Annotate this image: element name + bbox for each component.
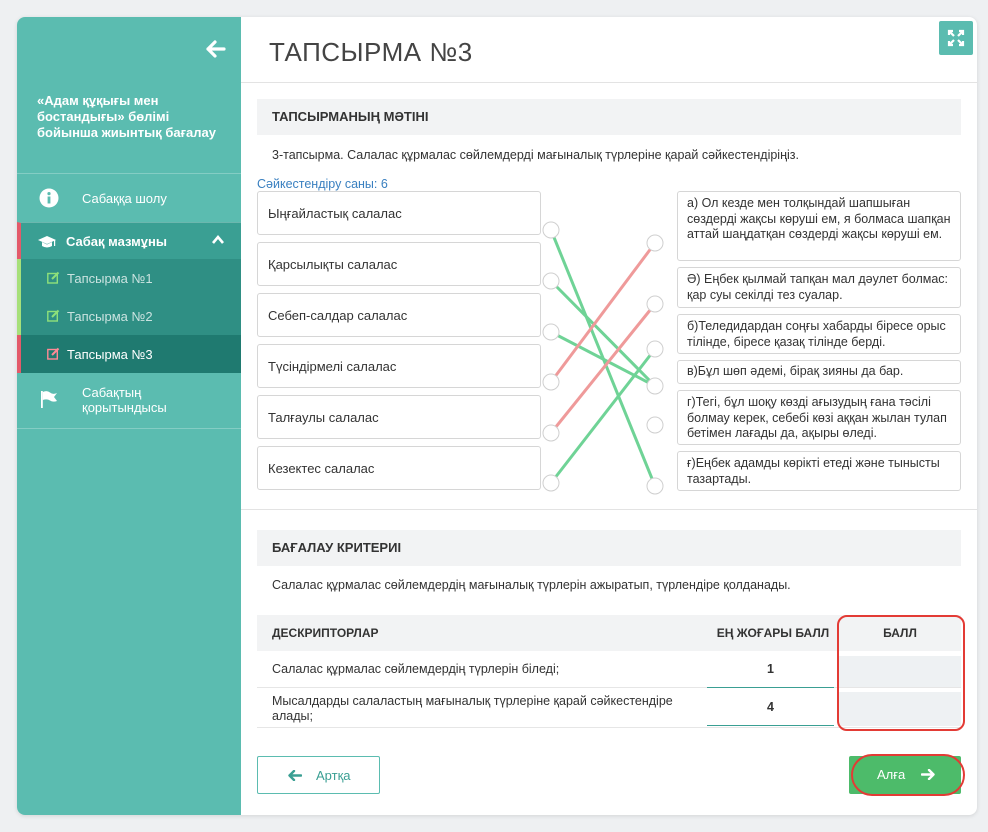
right-item[interactable]: в)Бұл шөп әдемі, бірақ зияны да бар. xyxy=(677,360,961,384)
page-title: ТАПСЫРМА №3 xyxy=(269,37,473,67)
score-column-highlight xyxy=(837,615,965,731)
back-arrow-icon[interactable] xyxy=(205,39,227,59)
sidebar-item-label: Тапсырма №1 xyxy=(67,270,153,286)
column-header-max: ЕҢ ЖОҒАРЫ БАЛЛ xyxy=(707,615,839,651)
app-window: «Адам құқығы мен бостандығы» бөлімі бойы… xyxy=(17,17,977,815)
left-connector-dot[interactable] xyxy=(542,424,560,442)
info-icon xyxy=(39,188,59,208)
flag-icon xyxy=(41,391,57,408)
chevron-up-icon xyxy=(212,234,224,244)
right-connector-dot[interactable] xyxy=(646,377,664,395)
max-score: 1 xyxy=(707,651,834,688)
criteria-heading: БАҒАЛАУ КРИТЕРИІ xyxy=(257,530,961,566)
left-item[interactable]: Қарсылықты салалас xyxy=(257,242,541,286)
matching-lines xyxy=(542,221,664,495)
right-item[interactable]: б)Теледидардан соңғы хабарды біресе орыс… xyxy=(677,314,961,354)
edit-icon xyxy=(47,347,60,360)
right-item[interactable]: г)Тегі, бұл шоқу көзді ағызудың ғана тәс… xyxy=(677,390,961,445)
left-item[interactable]: Түсіндірмелі салалас xyxy=(257,344,541,388)
left-item[interactable]: Ыңғайластық салалас xyxy=(257,191,541,235)
right-connector-dot[interactable] xyxy=(646,340,664,358)
criteria-text: Салалас құрмалас сөйлемдердің мағыналық … xyxy=(272,578,791,592)
main-content: ТАПСЫРМА №3 ТАПСЫРМАНЫҢ МӘТІНІ 3-тапсырм… xyxy=(241,17,977,815)
left-connector-dot[interactable] xyxy=(542,272,560,290)
edit-icon xyxy=(47,309,60,322)
sidebar-item-overview[interactable]: Сабаққа шолу xyxy=(17,173,241,222)
expand-button[interactable] xyxy=(939,21,973,55)
descriptor-text: Мысалдарды салаластың мағыналық түрлерін… xyxy=(272,694,673,723)
divider xyxy=(241,509,977,510)
left-item[interactable]: Себеп-салдар салалас xyxy=(257,293,541,337)
sidebar-nav: Сабаққа шолу Сабақ мазмұны Тапсырма №1 Т… xyxy=(17,173,241,429)
right-connector-dot[interactable] xyxy=(646,295,664,313)
task-text-heading: ТАПСЫРМАНЫҢ МӘТІНІ xyxy=(257,99,961,135)
sidebar-item-task-3[interactable]: Тапсырма №3 xyxy=(17,335,241,373)
left-column: Ыңғайластық салалас Қарсылықты салалас С… xyxy=(257,191,541,497)
sidebar-item-content[interactable]: Сабақ мазмұны xyxy=(17,222,241,259)
left-item[interactable]: Талғаулы салалас xyxy=(257,395,541,439)
left-connector-dot[interactable] xyxy=(542,323,560,341)
expand-icon xyxy=(947,29,965,47)
sidebar-item-summary[interactable]: Сабақтың қорытындысы xyxy=(17,373,241,429)
right-item[interactable]: а) Ол кезде мен толқындай шапшыған сөзде… xyxy=(677,191,961,261)
right-column: а) Ол кезде мен толқындай шапшыған сөзде… xyxy=(677,191,961,497)
left-connector-dot[interactable] xyxy=(542,474,560,492)
arrow-left-icon xyxy=(288,770,302,781)
task-instruction: 3-тапсырма. Салалас құрмалас сөйлемдерді… xyxy=(272,148,799,162)
right-connector-dot[interactable] xyxy=(646,416,664,434)
divider xyxy=(241,82,977,83)
max-score: 4 xyxy=(707,688,834,726)
edit-icon xyxy=(47,271,60,284)
back-button-label: Артқа xyxy=(316,768,351,783)
descriptor-text: Салалас құрмалас сөйлемдердің түрлерін б… xyxy=(272,662,560,676)
right-connector-dot[interactable] xyxy=(646,234,664,252)
right-item[interactable]: Ә) Еңбек қылмай тапқан мал дәулет болмас… xyxy=(677,267,961,308)
left-connector-dot[interactable] xyxy=(542,373,560,391)
course-title: «Адам құқығы мен бостандығы» бөлімі бойы… xyxy=(37,93,216,140)
sidebar-item-label: Тапсырма №2 xyxy=(67,308,153,324)
right-item[interactable]: ғ)Еңбек адамды көрікті етеді және тыныст… xyxy=(677,451,961,491)
graduation-cap-icon xyxy=(38,236,56,248)
sidebar-item-label: Сабақ мазмұны xyxy=(66,233,167,249)
next-button-highlight xyxy=(851,754,965,796)
sidebar-item-label: Сабақтың қорытындысы xyxy=(82,385,167,415)
column-header-descriptors: ДЕСКРИПТОРЛАР xyxy=(257,615,707,651)
right-connector-dot[interactable] xyxy=(646,477,664,495)
sidebar-item-task-2[interactable]: Тапсырма №2 xyxy=(17,297,241,335)
left-connector-dot[interactable] xyxy=(542,221,560,239)
match-count: Сәйкестендіру саны: 6 xyxy=(257,177,388,191)
sidebar-item-label: Сабаққа шолу xyxy=(82,190,167,206)
back-button[interactable]: Артқа xyxy=(257,756,380,794)
sidebar-item-task-1[interactable]: Тапсырма №1 xyxy=(17,259,241,297)
sidebar-item-label: Тапсырма №3 xyxy=(67,346,153,362)
left-item[interactable]: Кезектес салалас xyxy=(257,446,541,490)
sidebar: «Адам құқығы мен бостандығы» бөлімі бойы… xyxy=(17,17,241,815)
